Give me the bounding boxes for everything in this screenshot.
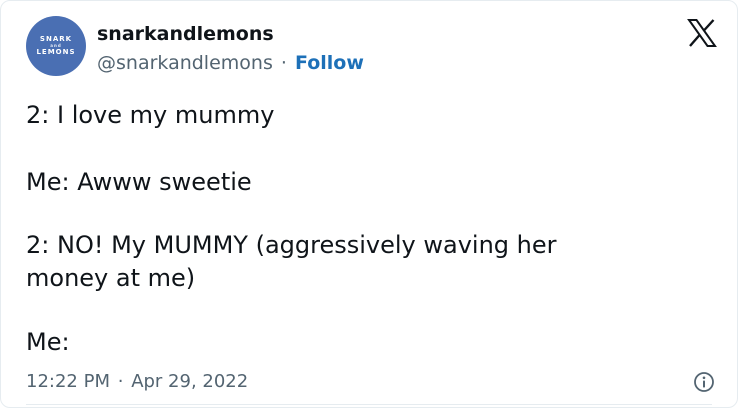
author-name[interactable]: snarkandlemons — [97, 23, 274, 45]
info-icon[interactable] — [693, 371, 715, 393]
tweet-date: Apr 29, 2022 — [131, 371, 249, 392]
tweet-card: SNARK and LEMONS snarkandlemons @snarkan… — [0, 0, 738, 408]
x-logo-icon[interactable] — [687, 19, 717, 47]
tweet-line-2: Me: Awww sweetie — [26, 168, 252, 196]
avatar[interactable]: SNARK and LEMONS — [26, 16, 86, 76]
avatar-text-middle: and — [50, 43, 62, 48]
avatar-text-top: SNARK — [39, 35, 73, 43]
tweet-line-3: 2: NO! My MUMMY (aggressively waving her — [26, 231, 557, 259]
avatar-text-bottom: LEMONS — [36, 48, 76, 56]
meta-separator: · — [117, 371, 124, 392]
handle-row: @snarkandlemons · Follow — [97, 52, 364, 74]
handle-separator: · — [280, 52, 287, 74]
tweet-line-4: money at me) — [26, 264, 196, 292]
divider — [26, 404, 712, 405]
tweet-time: 12:22 PM — [26, 371, 110, 392]
follow-button[interactable]: Follow — [295, 52, 364, 74]
tweet-line-1: 2: I love my mummy — [26, 101, 275, 129]
author-handle[interactable]: @snarkandlemons — [97, 52, 273, 74]
tweet-timestamp[interactable]: 12:22 PM · Apr 29, 2022 — [26, 371, 248, 392]
tweet-line-5: Me: — [26, 328, 70, 356]
